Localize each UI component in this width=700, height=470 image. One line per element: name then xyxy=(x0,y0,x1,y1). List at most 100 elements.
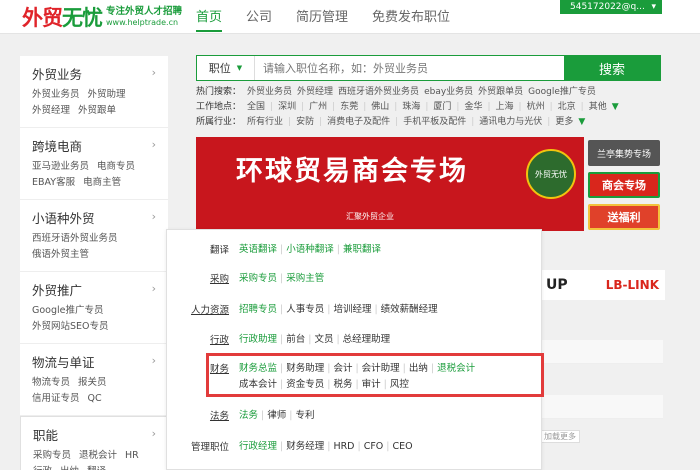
category-link[interactable]: Google推广专员 xyxy=(32,305,104,316)
category-link[interactable]: 外贸业务员 xyxy=(32,89,80,100)
industry-link[interactable]: 通讯电力与光伏 xyxy=(479,117,542,127)
location-link[interactable]: 上海 xyxy=(496,102,514,112)
industry-link[interactable]: 消费电子及配件 xyxy=(327,117,390,127)
brand-logo[interactable]: LB-LINK xyxy=(606,278,659,292)
industry-link[interactable]: 手机平板及配件 xyxy=(403,117,466,127)
category-link[interactable]: 外贸经理 xyxy=(32,105,70,116)
chevron-right-icon: › xyxy=(151,66,156,79)
location-link[interactable]: 东莞 xyxy=(340,102,358,112)
category-link[interactable]: EBAY客服 xyxy=(32,177,75,188)
nav-home[interactable]: 首页 xyxy=(196,6,222,32)
flyout-link[interactable]: 小语种翻译 xyxy=(286,244,334,255)
category-link[interactable]: 报关员 xyxy=(78,377,107,388)
flyout-link[interactable]: 行政助理 xyxy=(239,334,277,345)
flyout-link[interactable]: 总经理助理 xyxy=(343,334,391,345)
banner-footer: 汇聚外贸企业 xyxy=(346,212,394,221)
category-link[interactable]: 翻译 xyxy=(87,466,106,470)
promo-banner[interactable]: 环球贸易商会专场 外贸无忧 汇聚外贸企业 xyxy=(196,137,584,231)
user-account-menu[interactable]: 545172022@q... ▾ xyxy=(560,0,662,14)
nav-resume[interactable]: 简历管理 xyxy=(296,6,348,32)
category-link[interactable]: 退税会计 xyxy=(79,450,117,461)
flyout-link[interactable]: 前台 xyxy=(286,334,305,345)
logo-tagline: 专注外贸人才招聘 xyxy=(106,6,183,17)
flyout-link[interactable]: CFO xyxy=(364,441,384,452)
brand-logo[interactable]: UP xyxy=(546,277,568,293)
flyout-link[interactable]: 人事专员 xyxy=(286,304,324,315)
flyout-link[interactable]: 律师 xyxy=(267,410,286,421)
search-input[interactable] xyxy=(255,56,564,80)
flyout-link[interactable]: 财务经理 xyxy=(286,441,324,452)
chamber-special-button[interactable]: 商会专场 xyxy=(588,172,660,198)
hot-search-link[interactable]: 外贸业务员 xyxy=(247,87,292,97)
flyout-link[interactable]: 招聘专员 xyxy=(239,304,277,315)
location-link[interactable]: 珠海 xyxy=(402,102,420,112)
flyout-link[interactable]: 法务 xyxy=(239,410,258,421)
flyout-link[interactable]: 英语翻译 xyxy=(239,244,277,255)
hot-search-link[interactable]: Google推广专员 xyxy=(528,87,596,97)
flyout-link[interactable]: 培训经理 xyxy=(333,304,371,315)
main-nav: 首页 公司 简历管理 免费发布职位 xyxy=(196,6,474,32)
nav-post-job[interactable]: 免费发布职位 xyxy=(372,6,450,32)
category-logistics[interactable]: 物流与单证 › 物流专员 报关员 信用证专员 QC xyxy=(20,344,168,416)
location-link[interactable]: 广州 xyxy=(309,102,327,112)
location-link[interactable]: 杭州 xyxy=(527,102,545,112)
industry-more[interactable]: 更多 xyxy=(555,117,573,127)
category-link[interactable]: QC xyxy=(88,393,102,404)
hot-search-link[interactable]: 外贸经理 xyxy=(297,87,333,97)
search-button[interactable]: 搜索 xyxy=(564,56,660,80)
flyout-link[interactable]: 兼职翻译 xyxy=(343,244,381,255)
caret-down-icon[interactable]: ▼ xyxy=(612,102,619,112)
category-link[interactable]: 出纳 xyxy=(60,466,79,470)
flyout-link[interactable]: 文员 xyxy=(314,334,333,345)
lanting-special-button[interactable]: 兰亭集势专场 xyxy=(588,140,660,166)
location-link[interactable]: 深圳 xyxy=(278,102,296,112)
category-link[interactable]: 俄语外贸主管 xyxy=(32,249,89,260)
location-link[interactable]: 金华 xyxy=(464,102,482,112)
category-link[interactable]: 外贸助理 xyxy=(88,89,126,100)
flyout-link[interactable]: 专利 xyxy=(295,410,314,421)
location-link[interactable]: 北京 xyxy=(558,102,576,112)
industry-row: 所属行业： 所有行业 | 安防 | 消费电子及配件 | 手机平板及配件 | 通讯电力与光伏 | 更多 ▼ xyxy=(196,117,586,127)
brand-logos: UP LB-LINK xyxy=(540,270,665,300)
category-link[interactable]: 电商专员 xyxy=(97,161,135,172)
category-minor-language[interactable]: 小语种外贸 › 西班牙语外贸业务员 俄语外贸主管 xyxy=(20,200,168,272)
category-link[interactable]: 采购专员 xyxy=(33,450,71,461)
category-link[interactable]: 电商主管 xyxy=(83,177,121,188)
category-functions[interactable]: 职能 › 采购专员退税会计HR 行政出纳翻译 xyxy=(20,416,168,470)
category-trade[interactable]: 外贸业务 › 外贸业务员 外贸助理 外贸经理 外贸跟单 xyxy=(20,56,168,128)
flyout-link[interactable]: HRD xyxy=(333,441,354,452)
category-link[interactable]: 行政 xyxy=(33,466,52,470)
flyout-link[interactable]: 采购专员 xyxy=(239,273,277,284)
category-link[interactable]: 西班牙语外贸业务员 xyxy=(32,233,118,244)
flyout-link[interactable]: 绩效薪酬经理 xyxy=(381,304,438,315)
category-link[interactable]: 亚马逊业务员 xyxy=(32,161,89,172)
category-link[interactable]: 物流专员 xyxy=(32,377,70,388)
nav-company[interactable]: 公司 xyxy=(246,6,272,32)
industry-link[interactable]: 所有行业 xyxy=(247,117,283,127)
location-link[interactable]: 佛山 xyxy=(371,102,389,112)
hot-search-link[interactable]: 外贸跟单员 xyxy=(478,87,523,97)
category-link[interactable]: 信用证专员 xyxy=(32,393,80,404)
flyout-link[interactable]: 采购主管 xyxy=(286,273,324,284)
location-link[interactable]: 厦门 xyxy=(433,102,451,112)
hot-search-link[interactable]: ebay业务员 xyxy=(424,87,473,97)
flyout-link[interactable]: 行政经理 xyxy=(239,441,277,452)
caret-down-icon[interactable]: ▼ xyxy=(578,117,585,127)
hot-search-link[interactable]: 西班牙语外贸业务员 xyxy=(338,87,419,97)
location-link[interactable]: 全国 xyxy=(247,102,265,112)
search-type-select[interactable]: 职位 ▼ xyxy=(197,56,255,80)
hot-search-row: 热门搜索： 外贸业务员 外贸经理 西班牙语外贸业务员 ebay业务员 外贸跟单员 Googl… xyxy=(196,87,596,97)
site-logo[interactable]: 外贸无忧 专注外贸人才招聘 www.helptrade.cn xyxy=(22,2,182,32)
category-link[interactable]: 外贸网站SEO专员 xyxy=(32,321,109,332)
highlight-box xyxy=(206,353,544,397)
gift-button[interactable]: 送福利 xyxy=(588,204,660,230)
category-link[interactable]: HR xyxy=(125,450,139,461)
category-promotion[interactable]: 外贸推广 › Google推广专员 外贸网站SEO专员 xyxy=(20,272,168,344)
industry-link[interactable]: 安防 xyxy=(296,117,314,127)
small-tag[interactable]: 加载更多 xyxy=(540,430,580,443)
category-link[interactable]: 外贸跟单 xyxy=(78,105,116,116)
content-row xyxy=(540,395,663,419)
location-more[interactable]: 其他 xyxy=(589,102,607,112)
category-ecommerce[interactable]: 跨境电商 › 亚马逊业务员 电商专员 EBAY客服 电商主管 xyxy=(20,128,168,200)
flyout-link[interactable]: CEO xyxy=(392,441,412,452)
